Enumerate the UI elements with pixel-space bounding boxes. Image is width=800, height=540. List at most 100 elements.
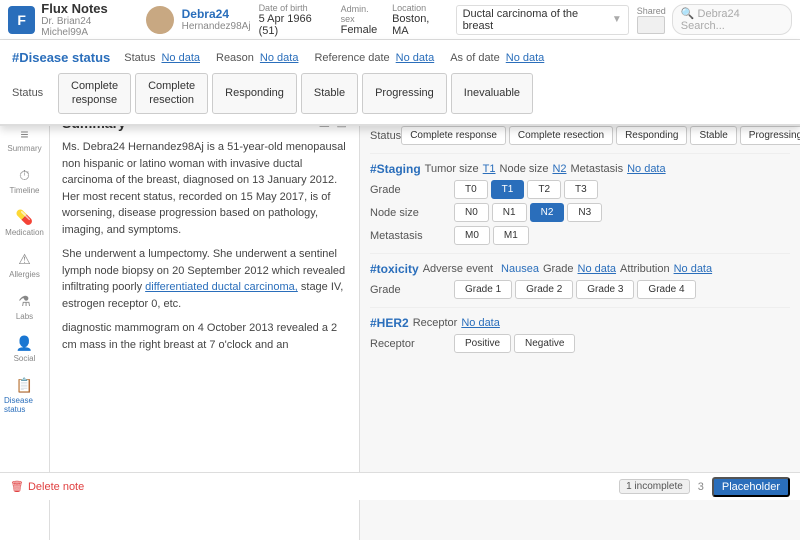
- delete-note-btn[interactable]: 🗑 Delete note: [10, 480, 84, 493]
- toxicity-adverse-val[interactable]: Nausea: [501, 263, 539, 275]
- trash-icon: 🗑: [10, 480, 24, 493]
- search-box[interactable]: 🔍 Debra24 Search...: [672, 4, 792, 35]
- btn-complete-response[interactable]: Completeresponse: [58, 73, 131, 114]
- labs-icon: ⚗: [18, 293, 31, 310]
- grade-btn-t3[interactable]: T3: [564, 180, 598, 199]
- diagnosis-field[interactable]: Ductal carcinoma of the breast ▼: [456, 5, 629, 35]
- ds-cell-complete-response[interactable]: Complete response: [401, 126, 506, 145]
- her2-receptor-val[interactable]: No data: [461, 317, 500, 329]
- sidebar-item-timeline[interactable]: ⏱ Timeline: [6, 163, 44, 199]
- staging-tumor-val[interactable]: T1: [483, 163, 496, 175]
- btn-inevaluable[interactable]: Inevaluable: [451, 73, 533, 114]
- ds-cell-progressing[interactable]: Progressing: [740, 126, 800, 145]
- toxicity-grade2[interactable]: Grade 2: [515, 280, 573, 299]
- main-layout: 🔍 ≡ Summary ⏱ Timeline 💊 Medication ⚠ Al…: [0, 80, 800, 540]
- ds-cell-stable[interactable]: Stable: [690, 126, 736, 145]
- staging-metastasis-label: Metastasis: [571, 163, 624, 175]
- sidebar-item-summary[interactable]: ≡ Summary: [3, 122, 45, 157]
- patient-info: Debra24 Hernandez98Aj: [182, 7, 251, 32]
- sidebar-item-social[interactable]: 👤 Social: [10, 331, 40, 367]
- dob-label: Date of birth: [259, 3, 333, 13]
- dropdown-refdate-value[interactable]: No data: [396, 52, 435, 64]
- btn-responding[interactable]: Responding: [212, 73, 297, 114]
- app-subtitle: Dr. Brian24 Michel99A: [41, 16, 138, 38]
- toxicity-grade-row: Grade Grade 1 Grade 2 Grade 3 Grade 4: [370, 280, 790, 299]
- dropdown-sub-label: Status: [12, 87, 52, 99]
- dropdown-status-value[interactable]: No data: [161, 52, 200, 64]
- btn-stable[interactable]: Stable: [301, 73, 358, 114]
- ds-cell-complete-resection[interactable]: Complete resection: [509, 126, 613, 145]
- metastasis-btn-m1[interactable]: M1: [493, 226, 529, 245]
- toxicity-grade-cells: Grade 1 Grade 2 Grade 3 Grade 4: [454, 280, 696, 299]
- location-field: Location Boston, MA: [392, 3, 448, 37]
- dropdown-header-row: #Disease status Status No data Reason No…: [12, 50, 788, 65]
- btn-complete-resection[interactable]: Completeresection: [135, 73, 208, 114]
- toxicity-attribution-val[interactable]: No data: [674, 263, 713, 275]
- toxicity-grade4[interactable]: Grade 4: [637, 280, 695, 299]
- node-btn-n3[interactable]: N3: [567, 203, 602, 222]
- metastasis-cells: M0 M1: [454, 226, 529, 245]
- sidebar-label-summary: Summary: [7, 144, 41, 153]
- toxicity-section-label[interactable]: #toxicity: [370, 262, 419, 276]
- sidebar-item-labs[interactable]: ⚗ Labs: [12, 289, 37, 325]
- dob-value: 5 Apr 1966 (51): [259, 13, 333, 37]
- sidebar-item-allergies[interactable]: ⚠ Allergies: [5, 247, 44, 283]
- placeholder-btn[interactable]: Placeholder: [712, 477, 790, 497]
- staging-metastasis-val[interactable]: No data: [627, 163, 666, 175]
- diagnosis-text: Ductal carcinoma of the breast: [463, 8, 608, 32]
- grade-btn-t1[interactable]: T1: [491, 180, 525, 199]
- staging-node-val[interactable]: N2: [552, 163, 566, 175]
- grade-btn-t0[interactable]: T0: [454, 180, 488, 199]
- node-btn-n1[interactable]: N1: [492, 203, 527, 222]
- grade-row: Grade T0 T1 T2 T3: [370, 180, 790, 199]
- staging-section-label[interactable]: #Staging: [370, 162, 421, 176]
- grade-label: Grade: [370, 184, 450, 196]
- patient-avatar[interactable]: [146, 6, 173, 34]
- shared-area: Shared 🔍 Debra24 Search...: [637, 4, 792, 35]
- summary-para-3: diagnostic mammogram on 4 October 2013 r…: [62, 320, 347, 353]
- delete-label: Delete note: [28, 481, 84, 493]
- dropdown-status-label: Status: [124, 52, 155, 64]
- patient-name[interactable]: Debra24: [182, 7, 251, 21]
- toxicity-grade-val[interactable]: No data: [578, 263, 617, 275]
- dropdown-refdate-label: Reference date: [314, 52, 389, 64]
- btn-progressing[interactable]: Progressing: [362, 73, 447, 114]
- sex-label: Admin. sex: [341, 4, 384, 24]
- ds-cell-responding[interactable]: Responding: [616, 126, 687, 145]
- sidebar-label-labs: Labs: [16, 312, 33, 321]
- disease-status-table: Status Complete response Complete resect…: [370, 126, 790, 145]
- grade-btn-t2[interactable]: T2: [527, 180, 561, 199]
- dropdown-section[interactable]: #Disease status: [12, 50, 110, 65]
- divider-her2: [370, 307, 790, 308]
- summary-text: Ms. Debra24 Hernandez98Aj is a 51-year-o…: [62, 139, 347, 353]
- summary-para-2: She underwent a lumpectomy. She underwen…: [62, 246, 347, 312]
- her2-positive[interactable]: Positive: [454, 334, 511, 353]
- incomplete-badge: 1 incomplete: [619, 479, 690, 494]
- toxicity-grade1[interactable]: Grade 1: [454, 280, 512, 299]
- dropdown-reason-value[interactable]: No data: [260, 52, 299, 64]
- node-btn-n2[interactable]: N2: [530, 203, 565, 222]
- sidebar-item-disease-status[interactable]: 📋 Disease status: [0, 373, 49, 418]
- metastasis-row-label: Metastasis: [370, 230, 450, 242]
- her2-negative[interactable]: Negative: [514, 334, 575, 353]
- node-cells: N0 N1 N2 N3: [454, 203, 602, 222]
- node-size-label: Node size: [370, 207, 450, 219]
- dropdown-asof-value[interactable]: No data: [506, 52, 545, 64]
- sidebar-item-medication[interactable]: 💊 Medication: [1, 205, 48, 241]
- app-title: Flux Notes: [41, 1, 138, 16]
- sidebar-label-allergies: Allergies: [9, 270, 40, 279]
- node-btn-n0[interactable]: N0: [454, 203, 489, 222]
- social-icon: 👤: [16, 335, 33, 352]
- dropdown-reason-label: Reason: [216, 52, 254, 64]
- toxicity-grade-row-label: Grade: [370, 284, 450, 296]
- toxicity-attribution-label: Attribution: [620, 263, 670, 275]
- ds-table-row: Status Complete response Complete resect…: [370, 126, 790, 145]
- diagnosis-chevron[interactable]: ▼: [612, 14, 622, 25]
- sidebar-label-disease-status: Disease status: [4, 396, 45, 414]
- metastasis-btn-m0[interactable]: M0: [454, 226, 490, 245]
- toxicity-grade3[interactable]: Grade 3: [576, 280, 634, 299]
- divider-staging: [370, 153, 790, 154]
- her2-receptor-cells: Positive Negative: [454, 334, 575, 353]
- shared-icon: [637, 16, 665, 34]
- her2-section-label[interactable]: #HER2: [370, 316, 409, 330]
